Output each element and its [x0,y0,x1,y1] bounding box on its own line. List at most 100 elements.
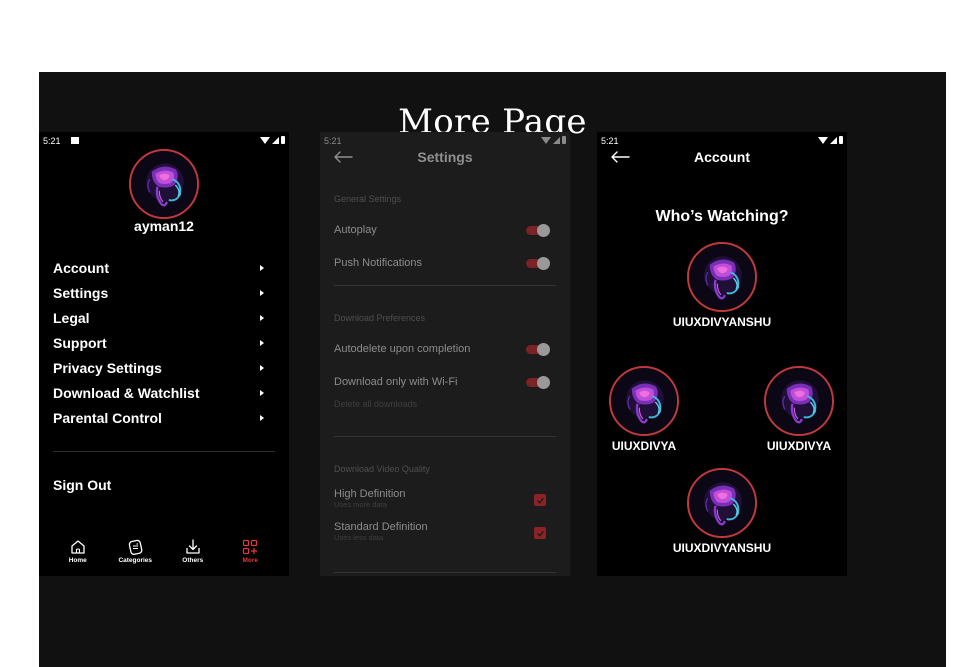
menu-item-download-watchlist[interactable]: Download & Watchlist [53,380,275,405]
status-bar: 5:21 [324,135,566,147]
cellular-icon [830,136,837,144]
setting-row-push-notifications: Push Notifications [334,257,550,270]
tab-more[interactable]: More [225,536,275,564]
page-title: Settings [417,149,473,165]
menu-item-settings[interactable]: Settings [53,280,275,305]
menu-item-label: Account [53,259,109,276]
menu-item-support[interactable]: Support [53,330,275,355]
section-header-download: Download Preferences [334,313,426,323]
home-icon [71,540,85,554]
setting-label: Download only with Wi-Fi [334,376,458,388]
page-title: Account [694,149,750,165]
more-menu: Account Settings Legal Support Privacy S… [53,255,275,430]
battery-icon [562,136,566,144]
more-screen: 5:21 ayman12 Account Settings Legal Supp… [39,132,289,576]
username: ayman12 [134,218,194,234]
high-definition-checkbox[interactable] [534,494,546,506]
setting-row-autoplay: Autoplay [334,224,550,237]
menu-item-privacy-settings[interactable]: Privacy Settings [53,355,275,380]
section-header-general: General Settings [334,194,402,204]
tab-others[interactable]: Others [168,536,218,564]
caret-right-icon [260,414,264,421]
battery-icon [839,136,843,144]
caret-right-icon [260,389,264,396]
setting-row-high-definition: High Definition Uses more data [334,488,550,509]
menu-item-legal[interactable]: Legal [53,305,275,330]
status-time: 5:21 [43,136,61,146]
signal-indicators [541,136,566,144]
tab-label: Categories [118,557,153,564]
menu-item-label: Support [53,334,107,351]
status-bar: 5:21 [601,135,843,147]
checkmark-icon [536,530,544,537]
section-header-quality: Download Video Quality [334,464,430,474]
wifi-icon [260,136,270,144]
tab-label: Others [182,557,204,564]
setting-row-wifi-only: Download only with Wi-Fi [334,376,550,389]
autoplay-toggle[interactable] [526,224,550,237]
menu-item-label: Settings [53,284,109,301]
caret-right-icon [260,289,264,296]
setting-label: Push Notifications [334,257,423,269]
bottom-tab-bar: Home Categories Others More [39,536,289,576]
battery-icon [281,136,285,144]
profile-card[interactable]: UIUXDIVYA [599,366,689,453]
caret-right-icon [260,339,264,346]
signal-indicators [818,136,843,144]
setting-sublabel: Uses more data [334,500,387,509]
delete-all-downloads-link[interactable]: Delete all downloads [334,399,417,409]
divider [53,451,275,452]
cellular-icon [272,136,279,144]
tab-categories[interactable]: Categories [110,536,160,564]
notification-image-icon [71,137,79,144]
download-icon [186,539,200,554]
menu-item-account[interactable]: Account [53,255,275,280]
divider [334,436,556,437]
setting-row-autodelete: Autodelete upon completion [334,343,550,356]
signal-indicators [260,136,285,144]
status-bar: 5:21 [43,135,285,147]
profile-avatar[interactable] [129,149,199,219]
profile-avatar [609,366,679,436]
profile-card[interactable]: UIUXDIVYANSHU [657,242,787,329]
tab-label: More [242,557,259,564]
settings-header: Settings [320,148,570,166]
profile-name: UIUXDIVYA [611,439,677,453]
wifi-icon [818,136,828,144]
setting-sublabel: Uses less data [334,533,384,542]
setting-label: Standard Definition [334,521,428,533]
menu-item-label: Legal [53,309,90,326]
menu-item-label: Download & Watchlist [53,384,200,401]
grid-plus-icon [243,539,258,555]
divider [334,572,556,573]
settings-screen: 5:21 Settings General Settings Autoplay … [320,132,570,576]
wifi-only-toggle[interactable] [526,376,550,389]
menu-item-label: Parental Control [53,409,162,426]
setting-row-standard-definition: Standard Definition Uses less data [334,521,550,542]
categories-icon [129,539,143,555]
whos-watching-heading: Who’s Watching? [655,208,789,225]
checkmark-icon [536,497,544,504]
tab-home[interactable]: Home [53,536,103,564]
setting-label: Autodelete upon completion [334,343,471,355]
standard-definition-checkbox[interactable] [534,527,546,539]
caret-right-icon [260,314,264,321]
autodelete-toggle[interactable] [526,343,550,356]
wifi-icon [541,136,551,144]
profile-avatar [687,242,757,312]
profile-card[interactable]: UIUXDIVYA [754,366,844,453]
status-time: 5:21 [324,136,342,146]
profile-name: UIUXDIVYANSHU [672,541,772,555]
setting-label: Autoplay [334,224,377,236]
menu-item-label: Privacy Settings [53,359,162,376]
tab-label: Home [68,557,87,564]
profile-avatar [687,468,757,538]
push-notifications-toggle[interactable] [526,257,550,270]
account-header: Account [597,148,847,166]
sign-out-button[interactable]: Sign Out [53,477,111,493]
menu-item-parental-control[interactable]: Parental Control [53,405,275,430]
setting-label: High Definition [334,488,406,500]
profile-avatar [764,366,834,436]
profile-card[interactable]: UIUXDIVYANSHU [657,468,787,555]
profile-name: UIUXDIVYA [766,439,832,453]
